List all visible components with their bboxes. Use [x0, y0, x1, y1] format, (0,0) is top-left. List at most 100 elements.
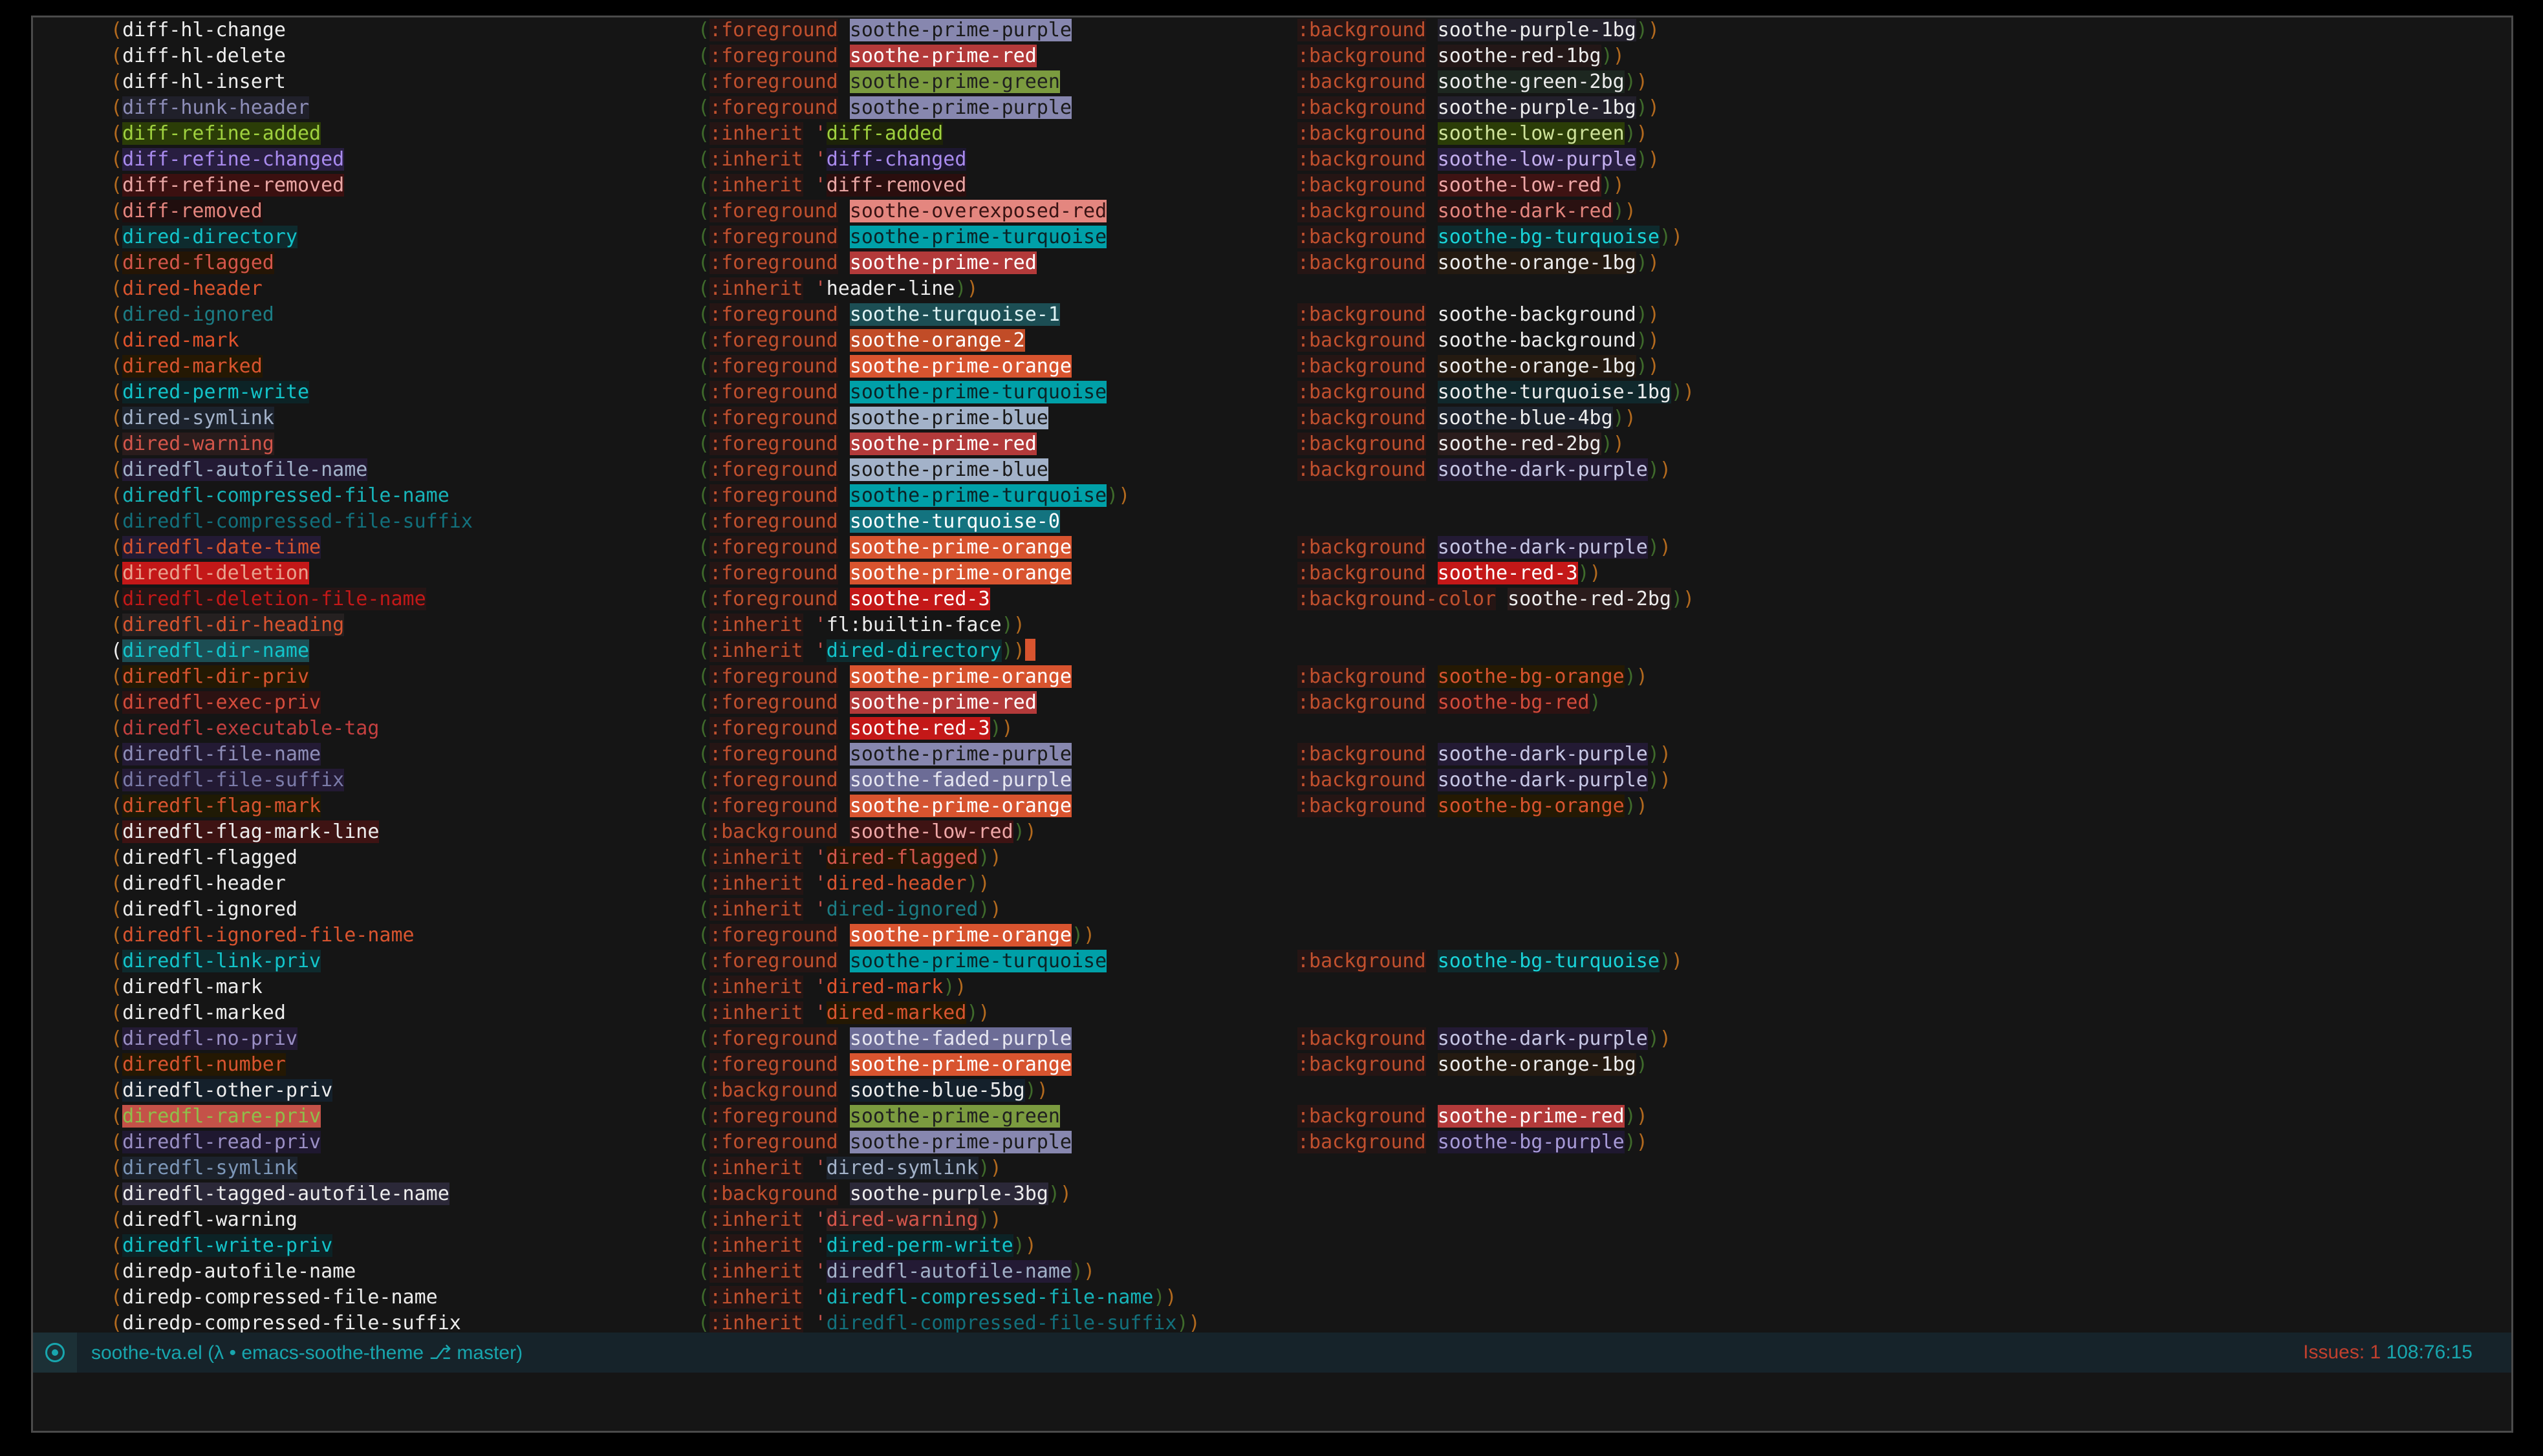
- buffer-text-area[interactable]: (diff-hl-change(:foreground soothe-prime…: [33, 17, 2511, 1333]
- buffer-line[interactable]: (diredfl-mark(:inherit 'dired-mark)): [33, 974, 2511, 1000]
- buffer-line[interactable]: (diredfl-exec-priv(:foreground soothe-pr…: [33, 690, 2511, 716]
- background-attribute-cell: :background soothe-dark-purple)): [1297, 1026, 1671, 1052]
- buffer-line[interactable]: (diredp-autofile-name(:inherit 'diredfl-…: [33, 1259, 2511, 1285]
- buffer-line[interactable]: (diredfl-compressed-file-name(:foregroun…: [33, 483, 2511, 509]
- background-attribute-cell: :background soothe-red-3)): [1297, 561, 1601, 586]
- space: [803, 1286, 815, 1309]
- space: [838, 407, 850, 429]
- buffer-line[interactable]: (dired-warning(:foreground soothe-prime-…: [33, 431, 2511, 457]
- buffer-line[interactable]: (diredfl-autofile-name(:foreground sooth…: [33, 457, 2511, 483]
- inner-open-paren: (: [698, 795, 709, 817]
- background-attribute-cell: :background-color soothe-red-2bg)): [1297, 586, 1694, 612]
- face-name: dired-symlink: [122, 407, 274, 429]
- buffer-line[interactable]: (diff-hunk-header(:foreground soothe-pri…: [33, 95, 2511, 121]
- close-paren: ): [1613, 407, 1625, 429]
- buffer-line[interactable]: (dired-directory(:foreground soothe-prim…: [33, 224, 2511, 250]
- inner-open-paren: (: [698, 45, 709, 67]
- buffer-line[interactable]: (diff-refine-changed(:inherit 'diff-chan…: [33, 147, 2511, 173]
- buffer-line[interactable]: (diredfl-ignored(:inherit 'dired-ignored…: [33, 897, 2511, 923]
- buffer-line[interactable]: (diredfl-flag-mark-line(:background soot…: [33, 819, 2511, 845]
- buffer-line[interactable]: (diredfl-warning(:inherit 'dired-warning…: [33, 1207, 2511, 1233]
- close-paren: ): [1648, 303, 1660, 326]
- attribute-keyword: :background: [709, 1079, 838, 1102]
- attribute-value: soothe-bg-red: [1438, 691, 1590, 714]
- attribute-value: soothe-bg-orange: [1438, 795, 1625, 817]
- buffer-line[interactable]: (diredfl-dir-heading(:inherit 'fl:builti…: [33, 612, 2511, 638]
- quote-char: ': [815, 1260, 827, 1283]
- space: [838, 96, 850, 119]
- buffer-line[interactable]: (diff-removed(:foreground soothe-overexp…: [33, 198, 2511, 224]
- mode-line: soothe-tva.el (λ • emacs-soothe-theme ⎇ …: [33, 1333, 2511, 1373]
- attribute-keyword: :background: [1297, 174, 1426, 197]
- buffer-line[interactable]: (diff-refine-removed(:inherit 'diff-remo…: [33, 173, 2511, 198]
- face-definition-cell: (diredfl-compressed-file-suffix: [111, 509, 473, 535]
- buffer-line[interactable]: (diredfl-number(:foreground soothe-prime…: [33, 1052, 2511, 1078]
- close-parens: )): [1013, 820, 1037, 843]
- space: [803, 976, 815, 998]
- buffer-line[interactable]: (diff-hl-change(:foreground soothe-prime…: [33, 17, 2511, 43]
- buffer-line[interactable]: (diredfl-executable-tag(:foreground soot…: [33, 716, 2511, 742]
- buffer-line[interactable]: (diredfl-dir-priv(:foreground soothe-pri…: [33, 664, 2511, 690]
- buffer-line[interactable]: (diredfl-header(:inherit 'dired-header)): [33, 871, 2511, 897]
- face-definition-cell: (diff-hl-change: [111, 17, 286, 43]
- buffer-line[interactable]: (diredfl-file-suffix(:foreground soothe-…: [33, 767, 2511, 793]
- attribute-keyword: :background: [1297, 1053, 1426, 1076]
- buffer-line[interactable]: (dired-header(:inherit 'header-line)): [33, 276, 2511, 302]
- attribute-keyword: :inherit: [709, 872, 803, 895]
- attribute-value: soothe-prime-red: [850, 691, 1037, 714]
- issues-badge[interactable]: Issues: 1: [2303, 1342, 2381, 1363]
- buffer-line[interactable]: (diredfl-rare-priv(:foreground soothe-pr…: [33, 1104, 2511, 1129]
- buffer-line[interactable]: (diredfl-deletion(:foreground soothe-pri…: [33, 561, 2511, 586]
- attribute-value: diff-added: [827, 122, 944, 145]
- buffer-line[interactable]: (dired-ignored(:foreground soothe-turquo…: [33, 302, 2511, 328]
- buffer-line[interactable]: (diredp-compressed-file-suffix(:inherit …: [33, 1311, 2511, 1333]
- buffer-line[interactable]: (dired-marked(:foreground soothe-prime-o…: [33, 354, 2511, 380]
- buffer-line[interactable]: (dired-mark(:foreground soothe-orange-2:…: [33, 328, 2511, 354]
- face-definition-cell: (diredfl-header: [111, 871, 286, 897]
- buffer-line[interactable]: (dired-symlink(:foreground soothe-prime-…: [33, 405, 2511, 431]
- buffer-line[interactable]: (diredfl-compressed-file-suffix(:foregro…: [33, 509, 2511, 535]
- inner-open-paren: (: [698, 769, 709, 791]
- close-paren: ): [1683, 381, 1694, 403]
- buffer-line[interactable]: (dired-flagged(:foreground soothe-prime-…: [33, 250, 2511, 276]
- buffer-line[interactable]: (diredfl-dir-name(:inherit 'dired-direct…: [33, 638, 2511, 664]
- buffer-line[interactable]: (diredfl-tagged-autofile-name(:backgroun…: [33, 1181, 2511, 1207]
- buffer-line[interactable]: (diff-hl-delete(:foreground soothe-prime…: [33, 43, 2511, 69]
- close-paren: ): [1648, 536, 1660, 559]
- face-definition-cell: (diredfl-exec-priv: [111, 690, 321, 716]
- face-definition-cell: (diredfl-warning: [111, 1207, 298, 1233]
- inner-open-paren: (: [698, 148, 709, 171]
- space: [803, 1157, 815, 1179]
- buffer-line[interactable]: (diredfl-no-priv(:foreground soothe-fade…: [33, 1026, 2511, 1052]
- buffer-line[interactable]: (diredfl-file-name(:foreground soothe-pr…: [33, 742, 2511, 767]
- space: [1426, 407, 1438, 429]
- buffer-line[interactable]: (diredfl-link-priv(:foreground soothe-pr…: [33, 948, 2511, 974]
- buffer-line[interactable]: (diredfl-deletion-file-name(:foreground …: [33, 586, 2511, 612]
- buffer-line[interactable]: (diredp-compressed-file-name(:inherit 'd…: [33, 1285, 2511, 1311]
- buffer-line[interactable]: (diredfl-ignored-file-name(:foreground s…: [33, 923, 2511, 948]
- face-name: dired-marked: [122, 355, 263, 378]
- background-attribute-cell: :background soothe-blue-4bg)): [1297, 405, 1636, 431]
- close-paren: ): [1660, 950, 1671, 972]
- close-parens: )): [1072, 924, 1095, 947]
- buffer-line[interactable]: (diredfl-other-priv(:background soothe-b…: [33, 1078, 2511, 1104]
- buffer-line[interactable]: (diff-refine-added(:inherit 'diff-added:…: [33, 121, 2511, 147]
- buffer-line[interactable]: (diredfl-flag-mark(:foreground soothe-pr…: [33, 793, 2511, 819]
- attribute-keyword: :inherit: [709, 614, 803, 636]
- buffer-line[interactable]: (diredfl-read-priv(:foreground soothe-pr…: [33, 1129, 2511, 1155]
- attribute-keyword: :foreground: [709, 200, 838, 222]
- buffer-line[interactable]: (diredfl-marked(:inherit 'dired-marked)): [33, 1000, 2511, 1026]
- buffer-line[interactable]: (diredfl-flagged(:inherit 'dired-flagged…: [33, 845, 2511, 871]
- mode-line-sep: [202, 1342, 208, 1364]
- buffer-line[interactable]: (diredfl-write-priv(:inherit 'dired-perm…: [33, 1233, 2511, 1259]
- buffer-line[interactable]: (diredfl-symlink(:inherit 'dired-symlink…: [33, 1155, 2511, 1181]
- attribute-keyword: :foreground: [709, 252, 838, 274]
- buffer-line[interactable]: (diff-hl-insert(:foreground soothe-prime…: [33, 69, 2511, 95]
- space: [838, 562, 850, 584]
- face-attribute-cell: (:inherit 'fl:builtin-face)): [698, 612, 1025, 638]
- mode-line-buffer-info[interactable]: soothe-tva.el (λ • emacs-soothe-theme ⎇ …: [91, 1342, 523, 1364]
- attribute-value: soothe-prime-turquoise: [850, 381, 1107, 403]
- face-attribute-cell: (:foreground soothe-prime-blue: [698, 457, 1048, 483]
- buffer-line[interactable]: (dired-perm-write(:foreground soothe-pri…: [33, 380, 2511, 405]
- buffer-line[interactable]: (diredfl-date-time(:foreground soothe-pr…: [33, 535, 2511, 561]
